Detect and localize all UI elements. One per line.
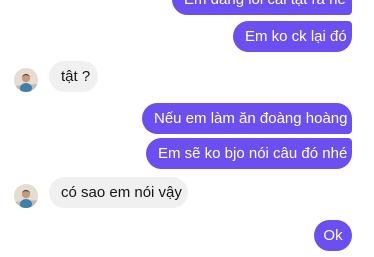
message-bubble-incoming[interactable]: tật ? (49, 61, 98, 92)
message-bubble-outgoing[interactable]: Em đang lỗi cái tật ra hề (172, 0, 352, 15)
avatar-photo-icon (14, 68, 38, 92)
message-bubble-incoming[interactable]: có sao em nói vậy (49, 177, 188, 208)
contact-avatar[interactable] (14, 184, 38, 208)
message-bubble-outgoing[interactable]: Em ko ck lại đó (233, 21, 352, 52)
avatar-photo-icon (14, 184, 38, 208)
message-bubble-outgoing[interactable]: Nếu em làm ăn đoàng hoàng (142, 103, 352, 134)
message-bubble-outgoing[interactable]: Ok (314, 220, 352, 251)
message-bubble-outgoing[interactable]: Em sẽ ko bjo nói câu đó nhé (146, 138, 352, 169)
message-thread: Em đang lỗi cái tật ra hề Em ko ck lại đ… (0, 0, 374, 257)
contact-avatar[interactable] (14, 68, 38, 92)
